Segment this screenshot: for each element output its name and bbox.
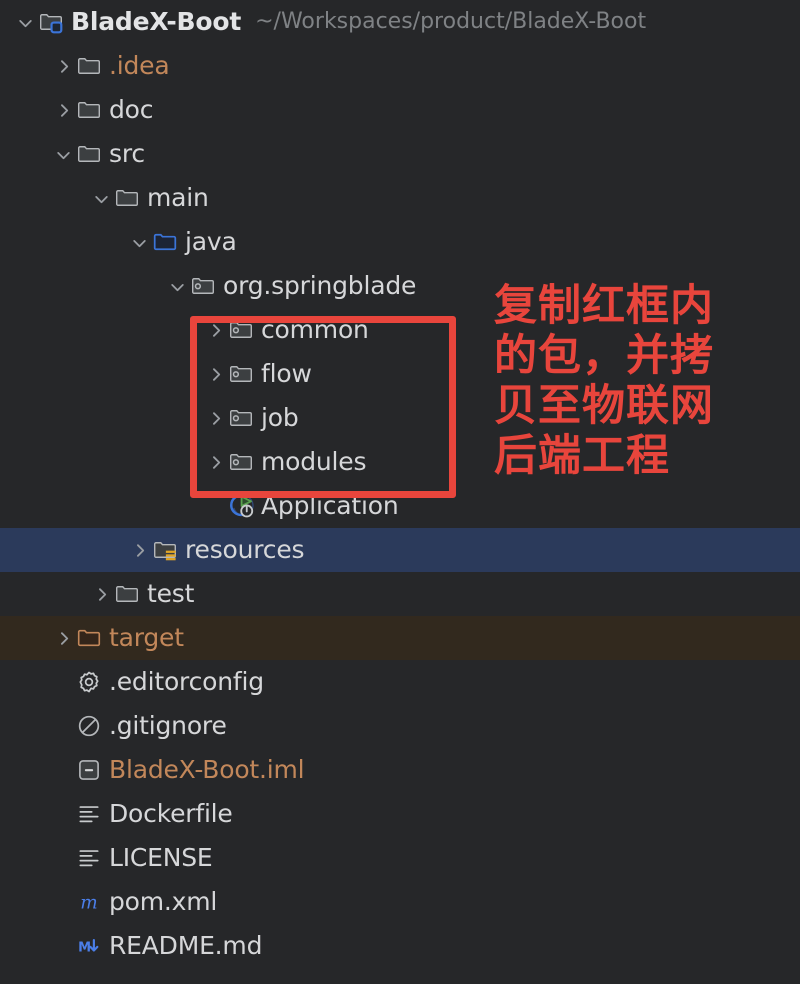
tree-row-license[interactable]: LICENSE xyxy=(0,836,800,880)
tree-row-label: job xyxy=(261,403,299,432)
tree-row-bladex-boot-iml[interactable]: BladeX-Boot.iml xyxy=(0,748,800,792)
tree-row-label: Dockerfile xyxy=(109,799,233,828)
tree-row-label: .idea xyxy=(109,51,170,80)
tree-row-label: LICENSE xyxy=(109,843,213,872)
source-root-folder-icon xyxy=(152,220,180,264)
markdown-icon: M xyxy=(76,924,104,968)
folder-icon xyxy=(114,572,142,616)
tree-row-application[interactable]: Application xyxy=(0,484,800,528)
tree-row-label: doc xyxy=(109,95,154,124)
annotation-text: 复制红框内的包，并拷贝至物联网后端工程 xyxy=(494,281,714,481)
tree-row-label: .editorconfig xyxy=(109,667,264,696)
text-file-icon xyxy=(76,792,104,836)
package-icon xyxy=(190,264,218,308)
tree-row-label: .gitignore xyxy=(109,711,227,740)
tree-row-label: org.springblade xyxy=(223,271,417,300)
tree-row-label: modules xyxy=(261,447,367,476)
chevron-right-icon[interactable] xyxy=(202,352,228,396)
tree-row-label: target xyxy=(109,623,184,652)
chevron-down-icon[interactable] xyxy=(12,0,38,44)
tree-row-src[interactable]: src xyxy=(0,132,800,176)
folder-icon xyxy=(76,88,104,132)
tree-row-idea[interactable]: .idea xyxy=(0,44,800,88)
tree-row-test[interactable]: test xyxy=(0,572,800,616)
folder-icon xyxy=(114,176,142,220)
project-tree[interactable]: BladeX-Boot ~/Workspaces/product/BladeX-B… xyxy=(0,0,800,968)
tree-row-label: BladeX-Boot xyxy=(71,7,242,36)
tree-row-label: resources xyxy=(185,535,305,564)
chevron-right-icon[interactable] xyxy=(202,440,228,484)
chevron-down-icon[interactable] xyxy=(126,220,152,264)
tree-row-label: README.md xyxy=(109,931,263,960)
chevron-down-icon[interactable] xyxy=(164,264,190,308)
tree-row-label: flow xyxy=(261,359,312,388)
tree-row-label: common xyxy=(261,315,369,344)
svg-text:M: M xyxy=(78,940,91,955)
chevron-right-icon[interactable] xyxy=(88,572,114,616)
tree-row-doc[interactable]: doc xyxy=(0,88,800,132)
chevron-down-icon[interactable] xyxy=(50,132,76,176)
tree-row-java[interactable]: java xyxy=(0,220,800,264)
folder-icon xyxy=(76,44,104,88)
tree-row-label: pom.xml xyxy=(109,887,218,916)
tree-row-editorconfig[interactable]: .editorconfig xyxy=(0,660,800,704)
chevron-right-icon[interactable] xyxy=(50,44,76,88)
package-icon xyxy=(228,308,256,352)
gear-icon xyxy=(76,660,104,704)
tree-row-bladex-boot[interactable]: BladeX-Boot ~/Workspaces/product/BladeX-B… xyxy=(0,0,800,44)
tree-row-label: Application xyxy=(261,491,399,520)
package-icon xyxy=(228,440,256,484)
ignore-circle-icon xyxy=(76,704,104,748)
tree-row-pom-xml[interactable]: m pom.xml xyxy=(0,880,800,924)
folder-icon xyxy=(76,132,104,176)
tree-row-main[interactable]: main xyxy=(0,176,800,220)
tree-row-label: test xyxy=(147,579,195,608)
iml-module-icon xyxy=(76,748,104,792)
maven-pom-icon: m xyxy=(76,880,104,924)
chevron-right-icon[interactable] xyxy=(126,528,152,572)
chevron-right-icon[interactable] xyxy=(202,396,228,440)
tree-row-gitignore[interactable]: .gitignore xyxy=(0,704,800,748)
chevron-right-icon[interactable] xyxy=(202,308,228,352)
tree-row-target[interactable]: target xyxy=(0,616,800,660)
module-folder-icon xyxy=(38,0,66,44)
text-file-icon xyxy=(76,836,104,880)
excluded-folder-icon xyxy=(76,616,104,660)
chevron-right-icon[interactable] xyxy=(50,616,76,660)
project-root-path: ~/Workspaces/product/BladeX-Boot xyxy=(255,9,647,34)
tree-row-resources[interactable]: resources xyxy=(0,528,800,572)
tree-row-dockerfile[interactable]: Dockerfile xyxy=(0,792,800,836)
spring-boot-run-icon xyxy=(228,484,256,528)
tree-row-label: main xyxy=(147,183,209,212)
chevron-right-icon[interactable] xyxy=(50,88,76,132)
package-icon xyxy=(228,396,256,440)
package-icon xyxy=(228,352,256,396)
tree-row-readme-md[interactable]: M README.md xyxy=(0,924,800,968)
chevron-down-icon[interactable] xyxy=(88,176,114,220)
tree-row-label: BladeX-Boot.iml xyxy=(109,755,305,784)
resources-folder-icon xyxy=(152,528,180,572)
svg-text:m: m xyxy=(80,893,97,914)
tree-row-label: java xyxy=(185,227,237,256)
tree-row-label: src xyxy=(109,139,145,168)
